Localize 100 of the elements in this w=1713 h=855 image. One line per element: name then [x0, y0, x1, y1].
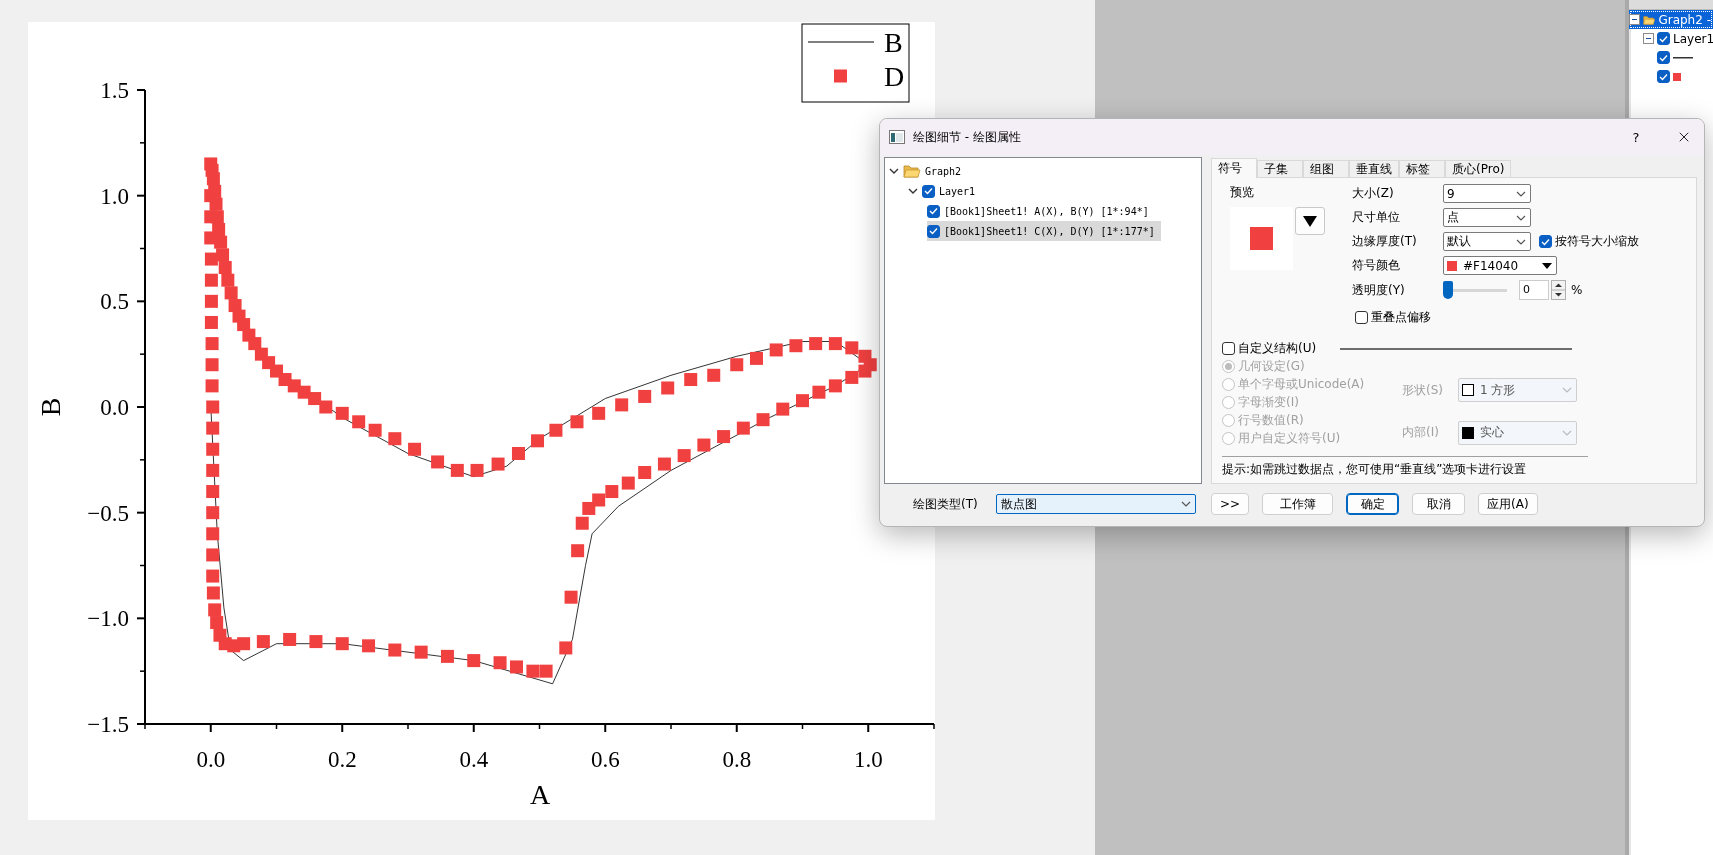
data-point [256, 635, 270, 649]
tick-label: 1.0 [853, 747, 883, 772]
radio-label: 几何设定(G) [1238, 358, 1305, 375]
field-label: 大小(Z) [1352, 185, 1395, 202]
tab[interactable]: 标签 [1399, 160, 1445, 177]
window-title: 绘图细节 - 绘图属性 [913, 128, 1022, 146]
checkbox[interactable] [1657, 70, 1670, 83]
data-point [707, 368, 721, 382]
data-point [206, 506, 220, 520]
tree-item[interactable]: Layer1 [1643, 29, 1713, 48]
help-button[interactable]: ? [1616, 129, 1656, 145]
dialog-button[interactable]: 工作簿 [1262, 493, 1334, 515]
tick-label: 0.4 [459, 747, 489, 772]
tick-label: 0.0 [100, 395, 129, 420]
data-point [491, 457, 505, 471]
checkbox-label: 重叠点偏移 [1371, 309, 1431, 326]
data-point [352, 415, 366, 429]
data-point [335, 406, 349, 420]
checkbox[interactable] [927, 224, 940, 238]
data-point [206, 421, 220, 435]
tab[interactable]: 质心(Pro) [1445, 160, 1512, 177]
window-icon [889, 130, 905, 144]
checkbox[interactable] [1657, 32, 1670, 45]
data-point [638, 389, 652, 403]
data-point [206, 485, 220, 499]
checkbox-label: 自定义结构(U) [1238, 340, 1317, 357]
tree-item[interactable]: Graph2 [889, 161, 968, 181]
data-point [440, 649, 454, 663]
data-point [208, 603, 222, 617]
collapse-icon[interactable] [1629, 14, 1640, 25]
data-point [526, 664, 540, 678]
dialog-button[interactable]: 确定 [1346, 493, 1400, 515]
dropdown-button[interactable] [1295, 207, 1325, 235]
chevron-down-icon [1516, 214, 1526, 221]
axis-title: B [35, 397, 66, 417]
data-point [335, 637, 349, 651]
data-point [204, 210, 218, 224]
data-point [717, 430, 731, 444]
caret-down-icon [1542, 262, 1552, 269]
dropdown[interactable]: 9 [1443, 184, 1531, 203]
checkbox[interactable] [927, 204, 940, 218]
color-dropdown[interactable]: #F14040 [1443, 256, 1557, 275]
data-point [248, 337, 262, 351]
dialog-button[interactable]: >> [1211, 493, 1250, 515]
input-field[interactable]: 0 [1519, 280, 1549, 300]
collapse-icon[interactable] [1643, 33, 1654, 44]
checkbox[interactable] [1539, 235, 1552, 248]
dialog-button[interactable]: 应用(A) [1478, 493, 1538, 515]
tree-item[interactable]: [Book1]Sheet1! A(X), B(Y) [1*:94*] [927, 201, 1155, 221]
dialog-button[interactable]: 取消 [1412, 493, 1466, 515]
chevron-down-icon [1562, 387, 1572, 394]
data-point [206, 548, 220, 562]
data-point [204, 231, 218, 245]
checkbox[interactable] [922, 184, 935, 198]
data-point [570, 415, 584, 429]
data-point [388, 643, 402, 657]
data-point [362, 639, 376, 653]
data-point [828, 337, 842, 351]
field-label: 透明度(Y) [1352, 281, 1406, 299]
tab[interactable]: 垂直线 [1349, 160, 1399, 177]
tick-label: 0.5 [100, 289, 129, 315]
slider-thumb[interactable] [1443, 281, 1453, 299]
data-point [224, 286, 238, 300]
data-point [845, 341, 859, 355]
data-point [408, 442, 422, 456]
data-point [493, 656, 507, 670]
folder-icon [903, 164, 921, 178]
data-point [467, 654, 481, 668]
data-point [769, 343, 783, 357]
tab[interactable]: 子集 [1257, 160, 1303, 177]
square-icon [1250, 227, 1273, 250]
data-point [206, 463, 220, 477]
data-point [204, 252, 218, 266]
tick-label: −1.0 [87, 606, 129, 632]
plot-type-dropdown[interactable]: 散点图 [995, 494, 1196, 514]
tab[interactable]: 符号 [1211, 158, 1257, 178]
tick-label: 1.5 [100, 78, 129, 103]
tree-item[interactable]: [Book1]Sheet1! C(X), D(Y) [1*:177*] [927, 221, 1161, 241]
data-point [205, 379, 219, 393]
data-point [812, 385, 826, 399]
data-point [309, 635, 323, 649]
spin-buttons-icon[interactable] [1551, 280, 1566, 300]
preview-label: 预览 [1230, 184, 1255, 201]
tick-label: 0.2 [327, 747, 357, 772]
chevron-down-icon [1516, 238, 1526, 245]
tree-item[interactable]: Graph2 - [1629, 10, 1713, 29]
data-point [205, 337, 219, 351]
dropdown[interactable]: 点 [1443, 208, 1531, 227]
checkbox[interactable] [1355, 311, 1368, 324]
tick-label: 1.0 [100, 183, 129, 209]
dropdown[interactable]: 默认 [1443, 232, 1531, 251]
checkbox-label: 按符号大小缩放 [1555, 233, 1639, 250]
line-icon [1673, 56, 1693, 59]
data-point [204, 294, 218, 308]
checkbox[interactable] [1657, 51, 1670, 64]
field-label: 绘图类型(T) [913, 495, 978, 513]
tree-item[interactable]: Layer1 [908, 181, 982, 201]
tab[interactable]: 组图 [1303, 160, 1349, 177]
data-point [431, 455, 445, 469]
tick-label: 0.6 [590, 747, 620, 772]
